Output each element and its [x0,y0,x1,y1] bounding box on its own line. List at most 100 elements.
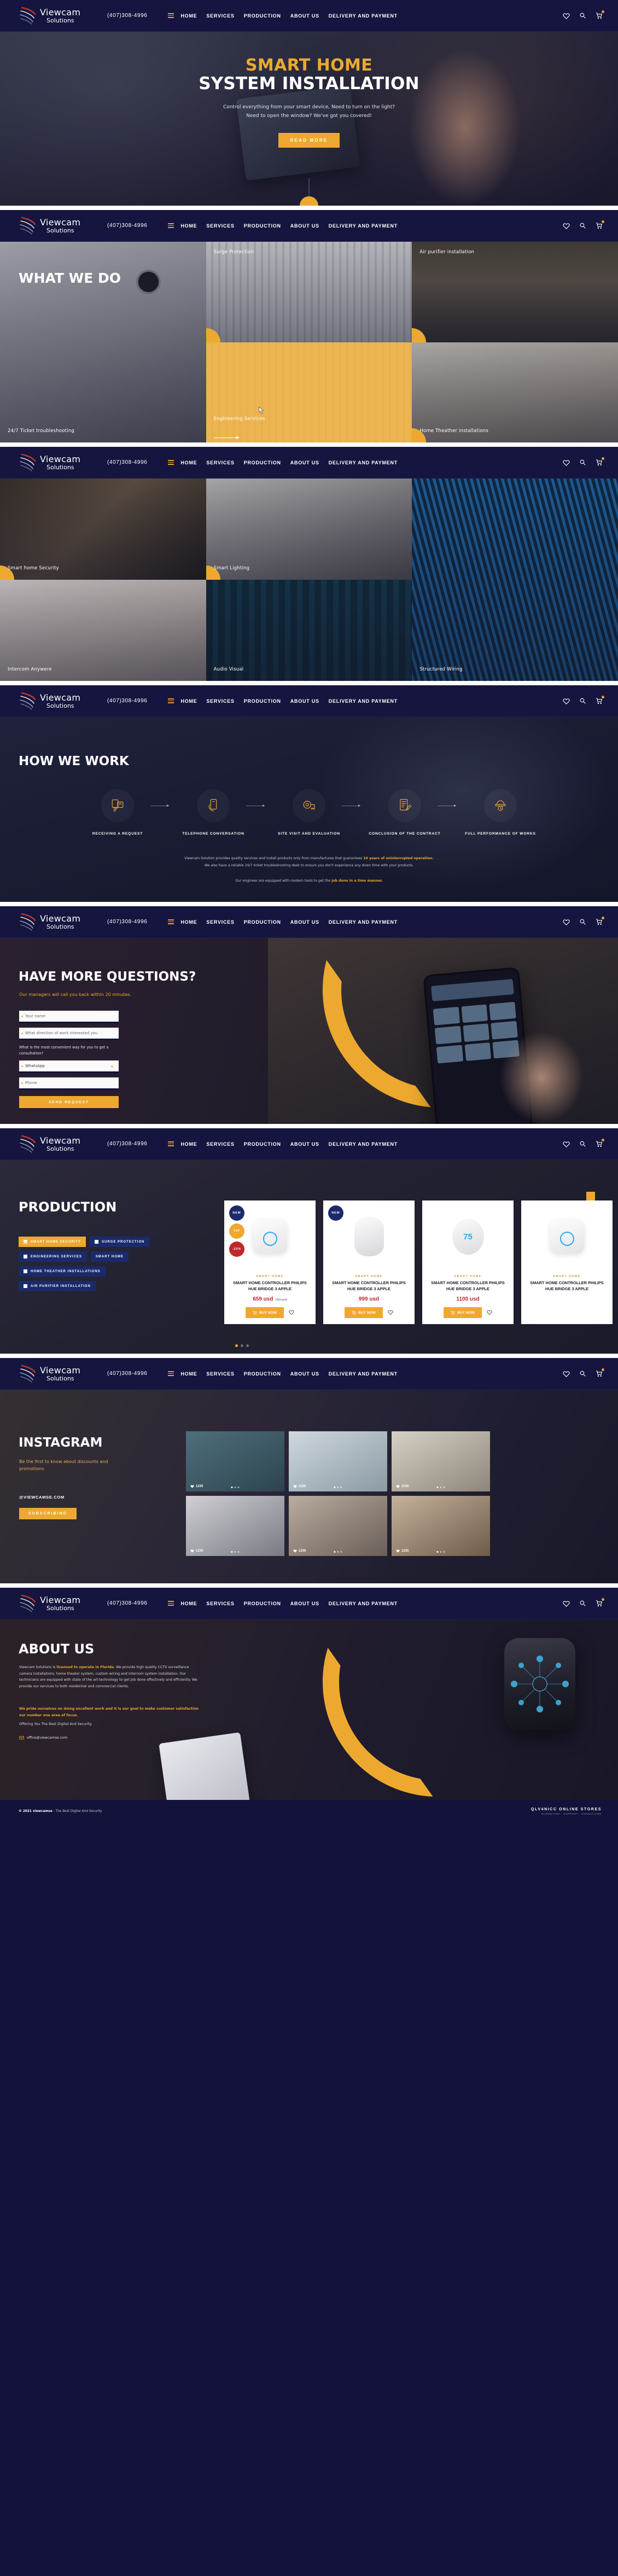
checkbox-icon[interactable] [24,1269,27,1273]
wishlist-heart-icon[interactable] [289,1308,294,1318]
phone-input[interactable] [19,1077,119,1091]
nav-link-delivery-and-payment[interactable]: DELIVERY AND PAYMENT [329,1141,398,1147]
nav-phone[interactable]: (407)308-4996 [107,13,147,19]
nav-link-about-us[interactable]: ABOUT US [290,698,319,704]
carousel-dot[interactable] [246,1344,249,1347]
cart-icon[interactable] [596,917,604,925]
wishlist-heart-icon[interactable] [388,1308,393,1318]
filter-engineering-services[interactable]: ENGINEERING SERVICES [19,1251,87,1262]
nav-link-home[interactable]: HOME [180,223,197,229]
heart-icon[interactable] [563,918,570,925]
heart-icon[interactable] [563,1370,570,1377]
cart-icon[interactable] [596,1139,604,1147]
menu-burger-icon[interactable] [168,460,174,465]
service-tile-surge-protection[interactable]: Surge Protection [206,242,412,342]
menu-burger-icon[interactable] [168,1601,174,1606]
nav-phone[interactable]: (407)308-4996 [107,919,147,925]
cart-icon[interactable] [596,1368,604,1377]
heart-icon[interactable] [563,222,570,229]
gallery-tile-audio-visual[interactable]: Audio Visual [206,580,412,681]
product-card[interactable]: SMART HOME SMART HOME CONTROLLER PHILIPS… [521,1200,613,1325]
subscribing-button[interactable]: SUBSCRIBING [19,1508,77,1519]
menu-burger-icon[interactable] [168,1371,174,1376]
nav-link-home[interactable]: HOME [180,460,197,465]
checkbox-icon[interactable] [24,1240,27,1244]
nav-link-delivery-and-payment[interactable]: DELIVERY AND PAYMENT [329,698,398,704]
nav-link-services[interactable]: SERVICES [206,223,234,229]
search-icon[interactable] [579,12,586,19]
heart-icon[interactable] [563,459,570,466]
contact-method-select[interactable] [19,1060,119,1074]
nav-link-production[interactable]: PRODUCTION [244,919,281,925]
checkbox-icon[interactable] [95,1240,99,1244]
nav-link-about-us[interactable]: ABOUT US [290,460,319,465]
buy-now-button[interactable]: BUY NOW [444,1307,482,1319]
cart-icon[interactable] [596,220,604,229]
search-icon[interactable] [579,918,586,925]
filter-surge-protection[interactable]: SURGE PROTECTION [90,1237,150,1247]
logo[interactable]: Viewcam Solutions [19,5,95,26]
logo[interactable]: Viewcam Solutions [19,912,95,933]
heart-icon[interactable] [563,12,570,19]
heart-icon[interactable] [563,697,570,704]
nav-phone[interactable]: (407)308-4996 [107,459,147,465]
filter-home-theather-installations[interactable]: HOME THEATHER INSTALLATIONS [19,1266,106,1277]
nav-link-delivery-and-payment[interactable]: DELIVERY AND PAYMENT [329,1371,398,1377]
search-icon[interactable] [579,1370,586,1377]
search-icon[interactable] [579,222,586,229]
send-request-button[interactable]: SEND REQUEST [19,1096,119,1109]
nav-link-delivery-and-payment[interactable]: DELIVERY AND PAYMENT [329,223,398,229]
nav-link-production[interactable]: PRODUCTION [244,223,281,229]
nav-link-delivery-and-payment[interactable]: DELIVERY AND PAYMENT [329,919,398,925]
logo[interactable]: Viewcam Solutions [19,1363,95,1384]
service-tile-home-theather[interactable]: Home Theather installations [412,342,618,442]
nav-link-services[interactable]: SERVICES [206,1601,234,1606]
nav-link-home[interactable]: HOME [180,1141,197,1147]
nav-link-services[interactable]: SERVICES [206,698,234,704]
hero-read-more-button[interactable]: READ MORE [278,132,340,148]
menu-burger-icon[interactable] [168,13,174,18]
about-email-row[interactable]: office@viewcamse.com [19,1735,67,1740]
nav-link-about-us[interactable]: ABOUT US [290,13,319,19]
nav-link-home[interactable]: HOME [180,1601,197,1606]
nav-link-production[interactable]: PRODUCTION [244,1601,281,1606]
carousel-dot[interactable] [235,1344,238,1347]
filter-smart-home[interactable]: SMART HOME [90,1251,129,1262]
nav-link-about-us[interactable]: ABOUT US [290,223,319,229]
nav-link-about-us[interactable]: ABOUT US [290,1371,319,1377]
nav-link-delivery-and-payment[interactable]: DELIVERY AND PAYMENT [329,13,398,19]
product-card[interactable]: NEW VIP -20% SMART HOME SMART HOME CONTR… [224,1200,316,1325]
carousel-dot[interactable] [241,1344,243,1347]
chevron-down-icon[interactable] [110,1066,114,1068]
nav-phone[interactable]: (407)308-4996 [107,223,147,229]
nav-link-services[interactable]: SERVICES [206,13,234,19]
checkbox-icon[interactable] [24,1284,27,1288]
instagram-post[interactable]: 1235 [392,1431,490,1491]
buy-now-button[interactable]: BUY NOW [345,1307,383,1319]
direction-input[interactable] [19,1028,119,1040]
heart-icon[interactable] [563,1140,570,1147]
product-card[interactable]: NEW SMART HOME SMART HOME CONTROLLER PHI… [323,1200,415,1325]
nav-link-production[interactable]: PRODUCTION [244,460,281,465]
wishlist-heart-icon[interactable] [487,1308,492,1318]
search-icon[interactable] [579,1600,586,1607]
cart-icon[interactable] [596,1598,604,1607]
menu-burger-icon[interactable] [168,1141,174,1146]
instagram-post[interactable]: 1235 [392,1496,490,1556]
nav-link-home[interactable]: HOME [180,698,197,704]
nav-phone[interactable]: (407)308-4996 [107,1141,147,1147]
product-card[interactable]: 75 SMART HOME SMART HOME CONTROLLER PHIL… [422,1200,514,1325]
nav-link-home[interactable]: HOME [180,13,197,19]
nav-link-services[interactable]: SERVICES [206,919,234,925]
nav-link-services[interactable]: SERVICES [206,1371,234,1377]
cart-icon[interactable] [596,696,604,704]
instagram-post[interactable]: 1235 [289,1496,387,1556]
nav-phone[interactable]: (407)308-4996 [107,1600,147,1606]
filter-smart-home-security[interactable]: SMART HOME SECURITY [19,1237,86,1247]
gallery-tile-smart-home-security[interactable]: Smart home Security [0,479,206,580]
nav-phone[interactable]: (407)308-4996 [107,1371,147,1377]
nav-link-delivery-and-payment[interactable]: DELIVERY AND PAYMENT [329,460,398,465]
name-input[interactable] [19,1011,119,1023]
logo[interactable]: Viewcam Solutions [19,215,95,236]
instagram-handle[interactable]: @VIEWCAMSE.COM [19,1495,65,1500]
